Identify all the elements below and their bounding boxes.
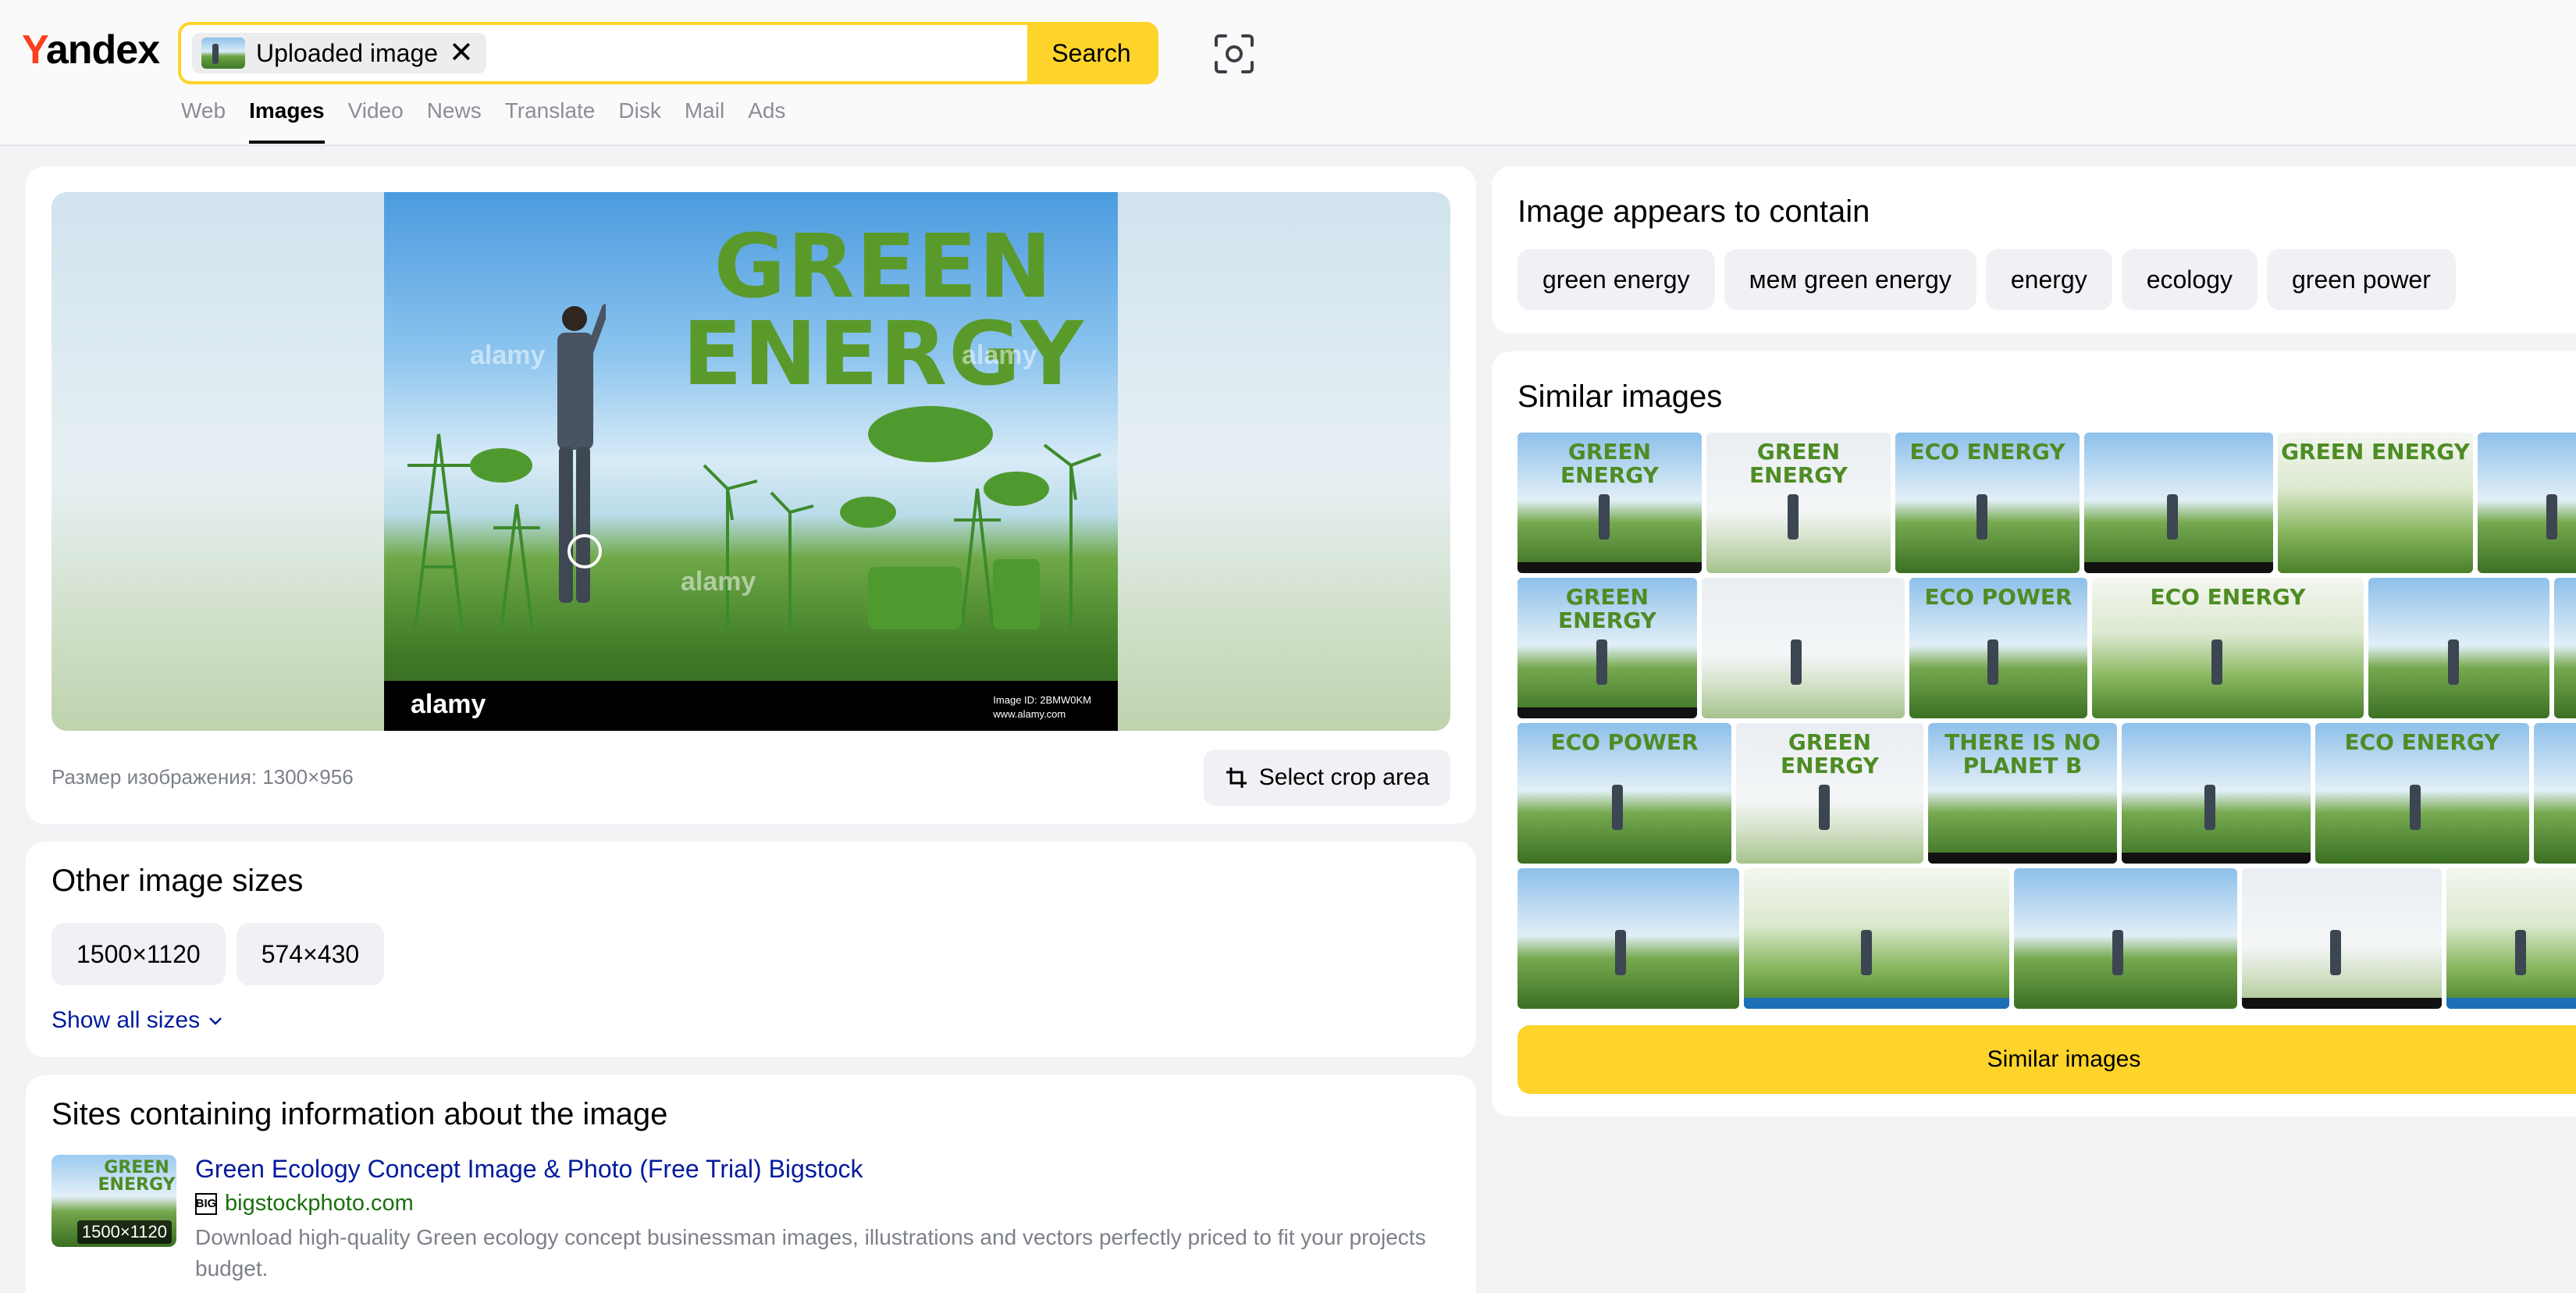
photo-brand-logo: alamy (411, 689, 486, 719)
similar-row: ECO POWER GREEN ENERGY THERE IS NO PLANE… (1517, 723, 2576, 864)
uploaded-photo[interactable]: GREEN ENERGY alamy alamy alamy alamy Ima… (384, 192, 1118, 731)
uploaded-image-chip[interactable]: Uploaded image ✕ (192, 33, 486, 73)
select-crop-area-button[interactable]: Select crop area (1204, 750, 1450, 806)
tag-list: green energy мем green energy energy eco… (1517, 249, 2456, 310)
tag-chip[interactable]: ecology (2121, 249, 2258, 310)
select-crop-area-label: Select crop area (1258, 764, 1430, 790)
site-thumbnail-size-badge: 1500×1120 (76, 1220, 172, 1244)
similar-image-thumbnail[interactable]: GREEN ENERGY (2278, 433, 2473, 573)
camera-lens-icon[interactable] (1212, 31, 1257, 77)
nav-news[interactable]: News (427, 98, 482, 144)
similar-images-title: Similar images (1517, 379, 1723, 414)
site-description: Download high-quality Green ecology conc… (195, 1225, 1426, 1281)
other-sizes-title: Other image sizes (52, 864, 304, 898)
photo-meta: Image ID: 2BMW0KM www.alamy.com (993, 694, 1091, 720)
tag-chip[interactable]: мем green energy (1724, 249, 1976, 310)
tag-chip[interactable]: green energy (1517, 249, 1715, 310)
similar-image-thumbnail[interactable]: GREEN ENERGY (1517, 433, 1702, 573)
search-box[interactable]: Uploaded image ✕ Search (178, 22, 1158, 84)
show-all-sizes-link[interactable]: Show all sizes (52, 1007, 223, 1034)
similar-image-thumbnail[interactable]: ECO ENERGY (2315, 723, 2529, 864)
size-chip[interactable]: 1500×1120 (52, 923, 226, 985)
similar-image-thumbnail[interactable]: ECO POWER (1909, 578, 2087, 718)
similar-image-thumbnail[interactable] (2446, 868, 2576, 1009)
close-icon[interactable]: ✕ (449, 38, 474, 68)
photo-watermark: alamy (681, 567, 756, 597)
show-all-sizes-label: Show all sizes (52, 1007, 201, 1033)
similar-images-card: Similar images GREEN ENERGY GREEN ENERGY… (1492, 351, 2576, 1117)
similar-image-thumbnail[interactable]: GREEN ENERGY (1517, 578, 1697, 718)
nav-video[interactable]: Video (348, 98, 404, 144)
tag-chip[interactable]: energy (1985, 249, 2112, 310)
similar-image-thumbnail[interactable]: ECO ENERGY (2092, 578, 2364, 718)
similar-image-thumbnail[interactable] (2014, 868, 2237, 1009)
object-target-icon[interactable] (568, 534, 602, 568)
image-preview-card: GREEN ENERGY alamy alamy alamy alamy Ima… (26, 166, 1476, 824)
similar-image-thumbnail[interactable] (2368, 578, 2549, 718)
site-result-title-link[interactable]: Green Ecology Concept Image & Photo (Fre… (195, 1155, 863, 1184)
similar-image-thumbnail[interactable]: ECO ENERGY (1895, 433, 2080, 573)
image-size-info: Размер изображения: 1300×956 (52, 765, 354, 789)
image-contains-title: Image appears to contain (1517, 194, 1870, 229)
similar-images-grid: GREEN ENERGY GREEN ENERGY ECO ENERGY GRE… (1517, 433, 2576, 1010)
nav-images[interactable]: Images (249, 98, 325, 144)
similar-image-thumbnail[interactable]: GREEN ENERGY (1736, 723, 1923, 864)
site-thumbnail[interactable]: GREEN ENERGY 1500×1120 (52, 1155, 176, 1247)
crop-icon (1226, 768, 1247, 788)
size-chip[interactable]: 574×430 (236, 923, 385, 985)
similar-image-thumbnail[interactable] (2534, 723, 2576, 864)
other-sizes-card: Other image sizes 1500×1120 574×430 Show… (26, 842, 1476, 1057)
similar-image-thumbnail[interactable] (2242, 868, 2442, 1009)
header: Yandex Uploaded image ✕ Search Web Image… (0, 0, 2576, 146)
similar-image-thumbnail[interactable] (2122, 723, 2311, 864)
similar-image-thumbnail[interactable]: THERE IS NO PLANET B (1928, 723, 2117, 864)
blurred-background-right (1118, 192, 1450, 731)
similar-image-thumbnail[interactable]: ECO POWER (1517, 723, 1731, 864)
size-chip-list: 1500×1120 574×430 (52, 923, 385, 985)
similar-image-thumbnail[interactable] (1702, 578, 1905, 718)
similar-row: GREEN ENERGY ECO POWER ECO ENERGY (1517, 578, 2576, 718)
photo-footer-bar: alamy Image ID: 2BMW0KM www.alamy.com (384, 681, 1118, 731)
search-button[interactable]: Search (1027, 25, 1155, 81)
photo-watermark: alamy (962, 340, 1037, 370)
similar-image-thumbnail[interactable]: GREEN ENERGY (1706, 433, 1891, 573)
wind-turbines-and-pylons (407, 406, 1101, 630)
photo-watermark: alamy (470, 340, 546, 370)
similar-row: GREEN ENERGY GREEN ENERGY ECO ENERGY GRE… (1517, 433, 2576, 573)
uploaded-image-label: Uploaded image (256, 38, 439, 67)
service-nav: Web Images Video News Translate Disk Mai… (181, 98, 785, 144)
yandex-logo[interactable]: Yandex (22, 27, 160, 73)
similar-image-thumbnail[interactable] (2478, 433, 2576, 573)
nav-mail[interactable]: Mail (685, 98, 724, 144)
bigstock-favicon-icon: BIG (195, 1192, 217, 1215)
similar-image-thumbnail[interactable] (1744, 868, 2009, 1009)
site-domain-link[interactable]: BIG bigstockphoto.com (195, 1191, 414, 1216)
site-thumbnail-caption: GREEN ENERGY (98, 1158, 176, 1195)
uploaded-image-thumbnail (201, 37, 245, 69)
chevron-down-icon (209, 1017, 222, 1025)
similar-image-thumbnail[interactable] (2554, 578, 2576, 718)
similar-images-button[interactable]: Similar images (1517, 1025, 2576, 1094)
nav-ads[interactable]: Ads (748, 98, 785, 144)
nav-web[interactable]: Web (181, 98, 226, 144)
tag-chip[interactable]: green power (2266, 249, 2456, 310)
image-contains-card: Image appears to contain green energy ме… (1492, 166, 2576, 333)
sites-card: Sites containing information about the i… (26, 1075, 1476, 1293)
similar-image-thumbnail[interactable] (1517, 868, 1739, 1009)
nav-translate[interactable]: Translate (505, 98, 596, 144)
similar-row (1517, 868, 2576, 1009)
sites-title: Sites containing information about the i… (52, 1097, 668, 1131)
blurred-background-left (52, 192, 384, 731)
site-domain-label: bigstockphoto.com (225, 1191, 414, 1216)
nav-disk[interactable]: Disk (618, 98, 660, 144)
similar-image-thumbnail[interactable] (2084, 433, 2273, 573)
